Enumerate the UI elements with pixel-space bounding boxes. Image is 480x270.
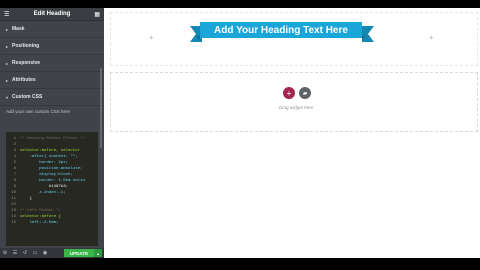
navigator-icon[interactable]: ☰ <box>10 250 20 256</box>
responsive-icon[interactable]: ▭ <box>30 250 40 256</box>
caret-right-icon: ▸ <box>6 77 9 83</box>
section-custom-css[interactable]: ▾ Custom CSS <box>0 89 104 106</box>
drag-widget-hint: Drag widget here <box>278 105 314 110</box>
panel-scrollbar[interactable] <box>100 68 102 148</box>
line-number-gutter: 1 2 3 4 5 6 7 8 9 10 11 12 13 14 15 <box>6 136 16 226</box>
caret-right-icon: ▸ <box>6 60 9 66</box>
heading-section[interactable]: + + <box>110 12 478 66</box>
grid-icon[interactable]: ▦ <box>94 11 100 18</box>
history-icon[interactable]: ↺ <box>20 250 30 256</box>
preview-icon[interactable]: ◉ <box>40 250 50 256</box>
custom-css-hint: Add your own custom CSS here <box>6 109 71 114</box>
empty-section: + ▰ Drag widget here <box>110 72 478 132</box>
plus-icon: + <box>149 33 154 42</box>
update-options-button[interactable]: ▴ <box>94 249 102 257</box>
caret-down-icon: ▾ <box>6 94 9 100</box>
settings-icon[interactable]: ⚙ <box>0 250 10 256</box>
plus-icon: + <box>429 33 434 42</box>
section-label: Responsive <box>12 60 41 66</box>
caret-right-icon: ▸ <box>6 26 9 32</box>
add-section-button[interactable]: + <box>283 87 295 99</box>
section-label: Mask <box>12 26 25 32</box>
code-line: /* Heading Ribbon Effect */ <box>20 137 85 141</box>
section-attributes[interactable]: ▸ Attributes <box>0 72 104 89</box>
section-mask[interactable]: ▸ Mask <box>0 21 104 38</box>
panel-header: ☰ Edit Heading ▦ <box>0 8 104 21</box>
heading-text: Add Your Heading Text Here <box>214 24 348 36</box>
section-label: Positioning <box>12 43 40 49</box>
page-canvas: + + Add Your Heading Text Here + ▰ Drag … <box>104 8 480 258</box>
panel-title: Edit Heading <box>33 11 71 17</box>
code-line: left:-2.5em; <box>20 221 59 225</box>
hamburger-icon[interactable]: ☰ <box>4 11 9 18</box>
code-area[interactable]: /* Heading Ribbon Effect */ selector:bef… <box>20 136 96 226</box>
elementor-window: ☰ Edit Heading ▦ ▸ Mask ▸ Positioning ▸ … <box>0 8 480 258</box>
panel-footer: ⚙ ☰ ↺ ▭ ◉ UPDATE ▴ <box>0 248 104 258</box>
heading-ribbon[interactable]: Add Your Heading Text Here <box>200 22 362 38</box>
update-button[interactable]: UPDATE <box>64 249 94 257</box>
editor-panel: ☰ Edit Heading ▦ ▸ Mask ▸ Positioning ▸ … <box>0 8 104 258</box>
section-responsive[interactable]: ▸ Responsive <box>0 55 104 72</box>
add-template-button[interactable]: ▰ <box>299 87 311 99</box>
section-label: Custom CSS <box>12 94 43 100</box>
css-code-editor[interactable]: 1 2 3 4 5 6 7 8 9 10 11 12 13 14 15 /* Heading Ribbon … <box>6 132 98 246</box>
section-positioning[interactable]: ▸ Positioning <box>0 38 104 55</box>
caret-right-icon: ▸ <box>6 43 9 49</box>
ribbon-fold-right <box>362 36 366 40</box>
section-label: Attributes <box>12 77 36 83</box>
line-number: 15 <box>11 221 16 225</box>
